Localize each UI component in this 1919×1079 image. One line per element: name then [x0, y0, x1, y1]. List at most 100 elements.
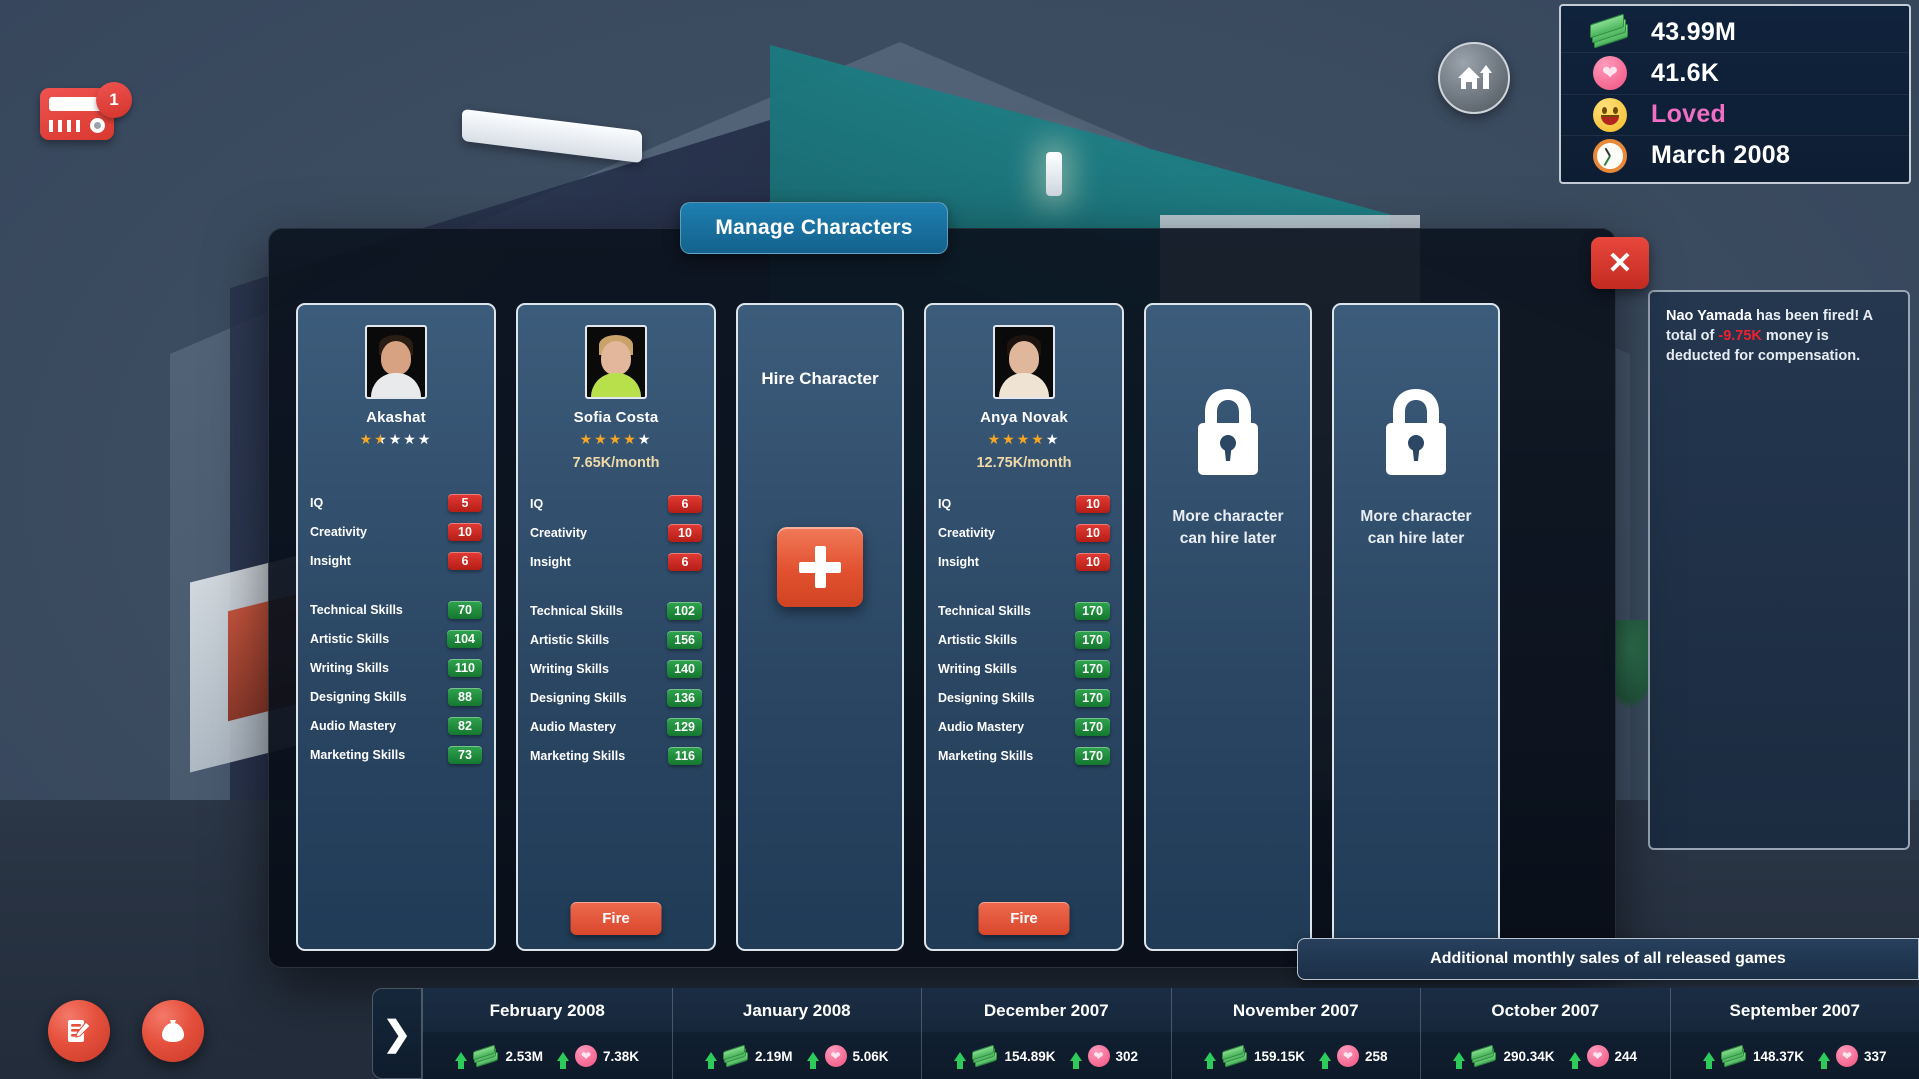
home-upgrade-button[interactable] — [1438, 42, 1510, 114]
timeline-month-label: February 2008 — [489, 1000, 605, 1020]
skill-value: 73 — [448, 745, 482, 764]
skill-row: Artistic Skills 170 — [938, 625, 1110, 654]
timeline-money-value: 2.19M — [754, 1048, 793, 1064]
attribute-row: Insight 10 — [938, 547, 1110, 576]
money-icon — [1720, 1043, 1747, 1068]
skill-row: Audio Mastery 129 — [530, 712, 702, 741]
skills-list: Technical Skills 70 Artistic Skills 104 … — [310, 595, 482, 769]
stat-value-date: March 2008 — [1651, 141, 1791, 170]
lock-icon — [1377, 385, 1455, 484]
timeline-month-cell[interactable]: November 2007 159.15K ❤ 258 — [1170, 988, 1421, 1079]
star-filled: ★ — [359, 431, 375, 447]
funds-button[interactable] — [142, 1000, 204, 1062]
attribute-row: Creativity 10 — [310, 517, 482, 546]
timeline-money-metric: 290.34K — [1453, 1043, 1555, 1069]
notification-log-panel: Nao Yamada has been fired! A total of -9… — [1648, 290, 1910, 850]
heart-icon: ❤ — [1087, 1045, 1110, 1067]
avatar — [365, 325, 427, 399]
notification-card-button[interactable]: 1 — [40, 82, 132, 144]
timeline-month-label: January 2008 — [742, 1000, 851, 1020]
heart-icon: ❤ — [824, 1045, 847, 1067]
up-arrow-icon — [954, 1051, 967, 1069]
attribute-value: 10 — [448, 522, 482, 541]
timeline-fans-metric: ❤ 244 — [1568, 1045, 1637, 1069]
skill-row: Writing Skills 110 — [310, 653, 482, 682]
skill-label: Artistic Skills — [938, 632, 1018, 647]
skill-row: Marketing Skills 116 — [530, 741, 702, 770]
up-arrow-icon — [1453, 1051, 1466, 1069]
attribute-value: 6 — [448, 551, 482, 570]
up-arrow-icon — [455, 1051, 468, 1069]
stat-value-reputation: Loved — [1651, 100, 1727, 129]
attribute-label: Insight — [530, 554, 571, 569]
skill-value: 82 — [448, 716, 482, 735]
timeline-bar: ❯ February 2008 2.53M ❤ 7.38K January 20… — [372, 988, 1919, 1079]
add-character-button[interactable] — [777, 527, 863, 607]
timeline-fans-metric: ❤ 5.06K — [806, 1045, 889, 1069]
up-arrow-icon — [1568, 1051, 1581, 1069]
skill-row: Designing Skills 170 — [938, 683, 1110, 712]
avatar-face — [601, 341, 631, 375]
additional-sales-banner: Additional monthly sales of all released… — [1297, 938, 1919, 980]
character-card: Anya Novak ★★★★★ 12.75K/month IQ 10 Crea… — [924, 303, 1124, 951]
skill-value: 129 — [667, 717, 702, 736]
timeline-month-cell[interactable]: February 2008 2.53M ❤ 7.38K — [422, 988, 672, 1079]
locked-card-text: More character can hire later — [1360, 508, 1472, 548]
attribute-row: Insight 6 — [530, 547, 702, 576]
fire-button[interactable]: Fire — [978, 902, 1070, 935]
skill-label: Marketing Skills — [310, 747, 406, 762]
timeline-month-metrics: 159.15K ❤ 258 — [1172, 1033, 1421, 1079]
timeline-fans-value: 5.06K — [852, 1048, 889, 1064]
attribute-label: Insight — [938, 554, 979, 569]
skill-value: 116 — [667, 746, 702, 765]
stat-value-money: 43.99M — [1651, 17, 1737, 46]
timeline-month-metrics: 148.37K ❤ 337 — [1671, 1033, 1919, 1079]
avatar — [993, 325, 1055, 399]
smiley-icon — [1589, 97, 1631, 132]
close-icon[interactable]: ✕ — [1591, 237, 1649, 289]
skill-label: Marketing Skills — [530, 748, 626, 763]
star-filled: ★ — [1016, 431, 1032, 447]
character-card: Sofia Costa ★★★★★ 7.65K/month IQ 6 Creat… — [516, 303, 716, 951]
timeline-month-cell[interactable]: October 2007 290.34K ❤ 244 — [1420, 988, 1670, 1079]
stat-row-fans: ❤ 41.6K — [1561, 53, 1909, 95]
skill-label: Designing Skills — [530, 690, 627, 705]
notification-message: Nao Yamada has been fired! A total of -9… — [1666, 306, 1892, 366]
stat-value-fans: 41.6K — [1651, 58, 1720, 87]
stat-row-date: March 2008 — [1561, 136, 1909, 176]
attribute-label: IQ — [938, 496, 952, 511]
money-icon — [1589, 13, 1631, 49]
character-rating-stars: ★★★★★ — [938, 432, 1110, 446]
reports-button[interactable] — [48, 1000, 110, 1062]
timeline-money-value: 148.37K — [1752, 1048, 1804, 1064]
skill-label: Technical Skills — [310, 602, 403, 617]
skill-row: Designing Skills 88 — [310, 682, 482, 711]
heart-icon: ❤ — [1586, 1045, 1609, 1067]
attribute-value: 6 — [668, 552, 702, 571]
skill-label: Marketing Skills — [938, 748, 1034, 763]
card-badge-count: 1 — [96, 82, 132, 118]
timeline-month-metrics: 2.19M ❤ 5.06K — [673, 1033, 922, 1079]
timeline-next-arrow[interactable]: ❯ — [372, 988, 422, 1079]
timeline-month-metrics: 290.34K ❤ 244 — [1421, 1033, 1670, 1079]
timeline-fans-metric: ❤ 302 — [1069, 1045, 1138, 1069]
money-icon — [1471, 1043, 1497, 1068]
attribute-label: Creativity — [530, 525, 587, 540]
stat-row-money: 43.99M — [1561, 12, 1909, 54]
heart-icon: ❤ — [1589, 56, 1631, 91]
timeline-month-label: September 2007 — [1729, 1000, 1860, 1020]
avatar-face — [381, 341, 411, 375]
card-bars — [49, 120, 85, 132]
fire-button[interactable]: Fire — [570, 902, 662, 935]
timeline-money-metric: 2.53M — [455, 1043, 543, 1069]
timeline-fans-value: 258 — [1365, 1048, 1388, 1064]
timeline-month-cell[interactable]: January 2008 2.19M ❤ 5.06K — [671, 988, 922, 1079]
timeline-month-cell[interactable]: December 2007 154.89K ❤ 302 — [921, 988, 1171, 1079]
up-arrow-icon — [1203, 1051, 1216, 1069]
attributes-list: IQ 6 Creativity 10 Insight 6 — [530, 489, 702, 576]
skill-label: Artistic Skills — [530, 632, 610, 647]
timeline-month-label: November 2007 — [1232, 1000, 1359, 1020]
skill-value: 110 — [447, 658, 482, 677]
heart-icon: ❤ — [575, 1045, 597, 1067]
timeline-month-cell[interactable]: September 2007 148.37K ❤ 337 — [1669, 988, 1919, 1079]
